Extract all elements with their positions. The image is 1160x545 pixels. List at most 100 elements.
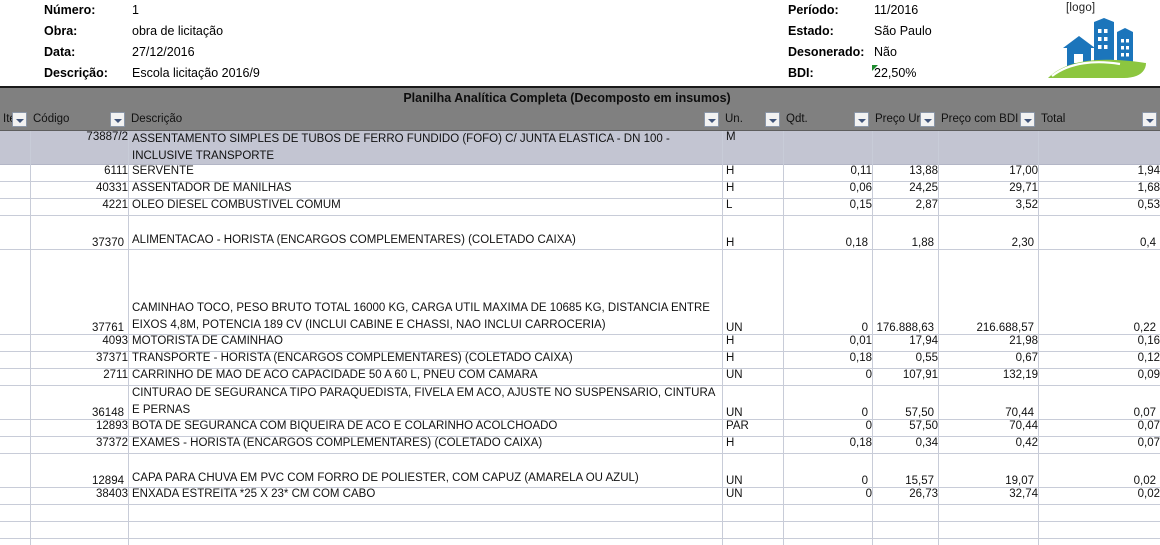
cell-qdt[interactable]: 0,18 [783, 437, 872, 453]
cell-descricao[interactable]: OLEO DIESEL COMBUSTIVEL COMUM [128, 199, 722, 215]
cell-codigo[interactable]: 12894 [30, 454, 128, 487]
filter-dropdown-un[interactable] [765, 112, 780, 127]
cell-qdt[interactable] [783, 522, 872, 538]
cell-descricao[interactable]: ASSENTADOR DE MANILHAS [128, 182, 722, 198]
table-row[interactable]: 6111 SERVENTE H 0,11 13,88 17,00 1,94 [0, 165, 1160, 182]
cell-descricao[interactable]: TRANSPORTE - HORISTA (ENCARGOS COMPLEMEN… [128, 352, 722, 368]
cell-descricao[interactable]: ENXADA ESTREITA *25 X 23* CM COM CABO [128, 488, 722, 504]
cell-qdt[interactable]: 0 [783, 386, 872, 419]
table-row[interactable]: 4093 MOTORISTA DE CAMINHAO H 0,01 17,94 21,98… [0, 335, 1160, 352]
cell-item[interactable] [0, 250, 30, 334]
filter-dropdown-preco_bdi[interactable] [1020, 112, 1035, 127]
cell-un[interactable]: PAR [722, 420, 783, 436]
cell-preco_ur[interactable]: 0,55 [872, 352, 938, 368]
cell-total[interactable]: 0,02 [1038, 488, 1160, 504]
table-row[interactable]: 12894 CAPA PARA CHUVA EM PVC COM FORRO DE… [0, 454, 1160, 488]
cell-un[interactable]: H [722, 335, 783, 351]
cell-preco_bdi[interactable]: 2,30 [938, 216, 1038, 249]
cell-qdt[interactable]: 0 [783, 369, 872, 385]
cell-total[interactable]: 0,02 [1038, 454, 1160, 487]
cell-preco_ur[interactable]: 1,88 [872, 216, 938, 249]
filter-dropdown-descricao[interactable] [704, 112, 719, 127]
cell-preco_ur[interactable]: 13,88 [872, 165, 938, 181]
cell-descricao[interactable]: CAPA PARA CHUVA EM PVC COM FORRO DE POLI… [128, 454, 722, 487]
cell-total[interactable]: 0,16 [1038, 335, 1160, 351]
cell-un[interactable] [722, 505, 783, 521]
cell-qdt[interactable]: 0,06 [783, 182, 872, 198]
cell-codigo[interactable]: 73887/2 [30, 131, 128, 164]
cell-preco_ur[interactable] [872, 522, 938, 538]
cell-qdt[interactable]: 0,11 [783, 165, 872, 181]
cell-total[interactable]: 0,22 [1038, 250, 1160, 334]
cell-descricao[interactable]: CAMINHAO TOCO, PESO BRUTO TOTAL 16000 KG… [128, 250, 722, 334]
cell-un[interactable]: UN [722, 369, 783, 385]
cell-un[interactable]: H [722, 352, 783, 368]
cell-preco_bdi[interactable] [938, 505, 1038, 521]
cell-total[interactable]: 0,4 [1038, 216, 1160, 249]
cell-preco_ur[interactable]: 57,50 [872, 386, 938, 419]
filter-dropdown-preco_ur[interactable] [920, 112, 935, 127]
cell-preco_bdi[interactable]: 29,71 [938, 182, 1038, 198]
cell-preco_bdi[interactable]: 19,07 [938, 454, 1038, 487]
cell-un[interactable]: L [722, 199, 783, 215]
table-row[interactable]: 40331 ASSENTADOR DE MANILHAS H 0,06 24,25 29,… [0, 182, 1160, 199]
cell-codigo[interactable]: 6111 [30, 165, 128, 181]
cell-preco_bdi[interactable]: 0,42 [938, 437, 1038, 453]
cell-total[interactable]: 0,12 [1038, 352, 1160, 368]
cell-preco_bdi[interactable]: 70,44 [938, 420, 1038, 436]
cell-total[interactable]: 0,09 [1038, 369, 1160, 385]
cell-preco_bdi[interactable]: 70,44 [938, 386, 1038, 419]
cell-item[interactable] [0, 199, 30, 215]
cell-codigo[interactable]: 4093 [30, 335, 128, 351]
cell-qdt[interactable]: 0,15 [783, 199, 872, 215]
cell-preco_ur[interactable]: 24,25 [872, 182, 938, 198]
cell-item[interactable] [0, 386, 30, 419]
cell-total[interactable] [1038, 505, 1160, 521]
cell-qdt[interactable]: 0,18 [783, 216, 872, 249]
cell-item[interactable] [0, 522, 30, 538]
table-row[interactable]: 2711 CARRINHO DE MAO DE ACO CAPACIDADE 50… [0, 369, 1160, 386]
cell-preco_ur[interactable]: 176.888,63 [872, 250, 938, 334]
cell-descricao[interactable]: BOTA DE SEGURANCA COM BIQUEIRA DE ACO E … [128, 420, 722, 436]
cell-preco_ur[interactable]: 15,57 [872, 454, 938, 487]
cell-descricao[interactable]: ALIMENTACAO - HORISTA (ENCARGOS COMPLEME… [128, 216, 722, 249]
cell-item[interactable] [0, 352, 30, 368]
table-row[interactable]: 37761 CAMINHAO TOCO, PESO BRUTO TOTAL 160… [0, 250, 1160, 335]
cell-qdt[interactable]: 0,01 [783, 335, 872, 351]
cell-preco_bdi[interactable]: 17,00 [938, 165, 1038, 181]
table-row[interactable]: 12893 BOTA DE SEGURANCA COM BIQUEIRA DE A… [0, 420, 1160, 437]
cell-un[interactable]: UN [722, 488, 783, 504]
cell-item[interactable] [0, 437, 30, 453]
cell-preco_ur[interactable]: 2,87 [872, 199, 938, 215]
table-row[interactable]: 4221 OLEO DIESEL COMBUSTIVEL COMUM L 0,15 2,… [0, 199, 1160, 216]
cell-codigo[interactable]: 37372 [30, 437, 128, 453]
cell-un[interactable]: H [722, 182, 783, 198]
cell-codigo[interactable] [30, 522, 128, 538]
cell-preco_bdi[interactable]: 32,74 [938, 488, 1038, 504]
cell-preco_bdi[interactable]: 0,67 [938, 352, 1038, 368]
filter-dropdown-item[interactable] [12, 112, 27, 127]
cell-un[interactable]: H [722, 437, 783, 453]
cell-un[interactable] [722, 522, 783, 538]
cell-descricao[interactable]: CINTURAO DE SEGURANCA TIPO PARAQUEDISTA,… [128, 386, 722, 419]
cell-preco_ur[interactable]: 26,73 [872, 488, 938, 504]
cell-preco_bdi[interactable]: 21,98 [938, 335, 1038, 351]
cell-qdt[interactable]: 0 [783, 488, 872, 504]
cell-codigo[interactable]: 2711 [30, 369, 128, 385]
cell-un[interactable]: M [722, 131, 783, 164]
cell-descricao[interactable]: EXAMES - HORISTA (ENCARGOS COMPLEMENTARE… [128, 437, 722, 453]
cell-codigo[interactable]: 12893 [30, 420, 128, 436]
cell-item[interactable] [0, 505, 30, 521]
cell-total[interactable]: 0,07 [1038, 420, 1160, 436]
cell-codigo[interactable]: 37371 [30, 352, 128, 368]
cell-un[interactable]: UN [722, 386, 783, 419]
cell-un[interactable]: UN [722, 250, 783, 334]
cell-total[interactable] [1038, 522, 1160, 538]
table-row[interactable]: 36148 CINTURAO DE SEGURANCA TIPO PARAQUED… [0, 386, 1160, 420]
cell-codigo[interactable] [30, 505, 128, 521]
table-row[interactable] [0, 505, 1160, 522]
cell-preco_bdi[interactable] [938, 131, 1038, 164]
cell-preco_ur[interactable]: 17,94 [872, 335, 938, 351]
cell-descricao[interactable]: CARRINHO DE MAO DE ACO CAPACIDADE 50 A 6… [128, 369, 722, 385]
cell-preco_ur[interactable] [872, 131, 938, 164]
